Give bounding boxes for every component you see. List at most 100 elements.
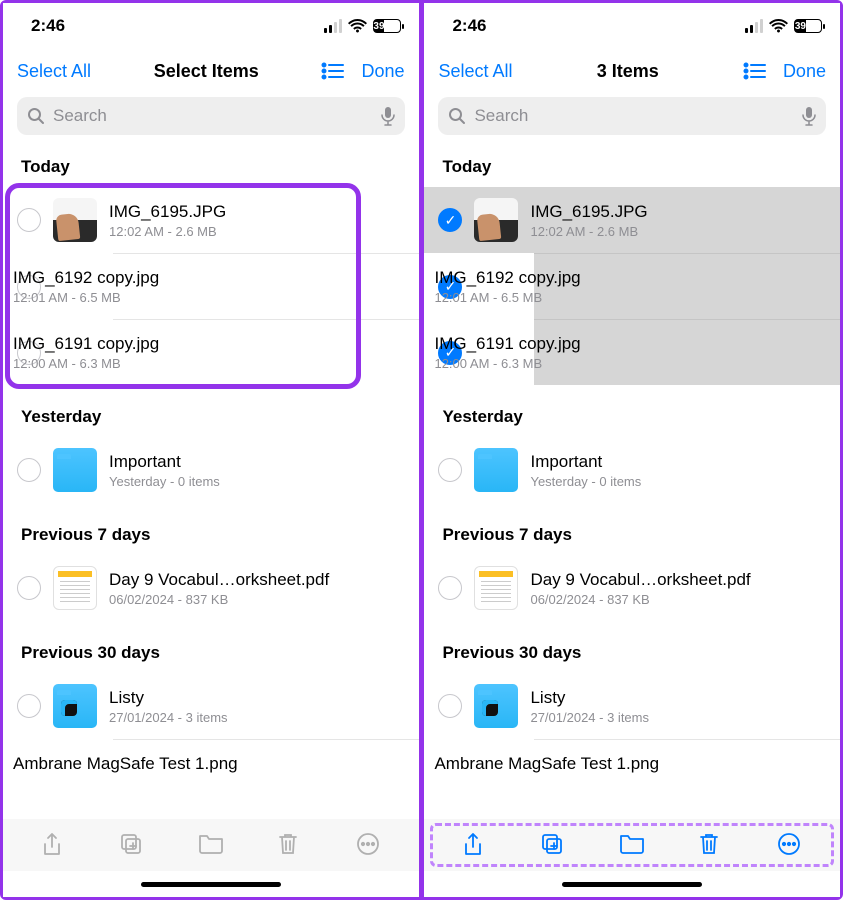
file-title: Listy (109, 688, 405, 708)
file-subtitle: 12:01 AM - 6.5 MB (13, 290, 405, 305)
selection-circle[interactable] (438, 694, 462, 718)
trash-icon[interactable] (277, 832, 303, 858)
file-title: IMG_6191 copy.jpg (13, 334, 405, 354)
file-title: Day 9 Vocabul…orksheet.pdf (109, 570, 405, 590)
search-icon (27, 107, 45, 125)
file-thumbnail (53, 198, 97, 242)
nav-title: Select Items (154, 61, 259, 82)
folder-thumbnail (53, 448, 97, 492)
file-subtitle: Yesterday - 0 items (530, 474, 826, 489)
status-bar: 2:46 39 (424, 3, 840, 49)
pdf-thumbnail (53, 566, 97, 610)
file-subtitle: Yesterday - 0 items (109, 474, 405, 489)
file-subtitle: 12:02 AM - 2.6 MB (109, 224, 405, 239)
cellular-signal-icon (324, 19, 342, 33)
bottom-toolbar (424, 819, 840, 871)
mic-icon[interactable] (802, 106, 816, 126)
select-all-button[interactable]: Select All (438, 61, 512, 82)
selection-circle[interactable] (17, 694, 41, 718)
search-icon (448, 107, 466, 125)
selection-checked-icon[interactable]: ✓ (438, 208, 462, 232)
list-view-icon[interactable] (743, 62, 767, 80)
file-subtitle: 06/02/2024 - 837 KB (530, 592, 826, 607)
file-row[interactable]: IMG_6195.JPG 12:02 AM - 2.6 MB (3, 187, 419, 253)
home-indicator (424, 871, 840, 897)
file-title: IMG_6191 copy.jpg (434, 334, 826, 354)
section-header-prev7: Previous 7 days (424, 503, 840, 555)
file-row[interactable]: ✓ IMG_6195.JPG 12:02 AM - 2.6 MB (424, 187, 840, 253)
file-row[interactable]: Day 9 Vocabul…orksheet.pdf06/02/2024 - 8… (3, 555, 419, 621)
folder-thumbnail (474, 448, 518, 492)
screen-after: 2:46 39 Select All 3 Items (424, 3, 840, 897)
done-button[interactable]: Done (361, 61, 404, 82)
file-row[interactable]: Listy 27/01/2024 - 3 items (3, 673, 419, 739)
wifi-icon (769, 19, 788, 33)
share-icon[interactable] (461, 832, 487, 858)
nav-bar: Select All 3 Items Done (424, 49, 840, 93)
section-header-today: Today (424, 135, 840, 187)
done-button[interactable]: Done (783, 61, 826, 82)
selection-circle[interactable] (17, 458, 41, 482)
selection-circle[interactable] (438, 458, 462, 482)
file-thumbnail (474, 198, 518, 242)
file-subtitle: 27/01/2024 - 3 items (530, 710, 826, 725)
file-subtitle: 27/01/2024 - 3 items (109, 710, 405, 725)
file-title: Important (109, 452, 405, 472)
section-header-yesterday: Yesterday (3, 385, 419, 437)
file-row[interactable]: Listy 27/01/2024 - 3 items (424, 673, 840, 739)
file-title: IMG_6195.JPG (530, 202, 826, 222)
section-header-today: Today (3, 135, 419, 187)
file-row[interactable]: ✓ IMG_6191 copy.jpg12:00 AM - 6.3 MB (534, 319, 840, 385)
file-subtitle: 12:00 AM - 6.3 MB (434, 356, 826, 371)
list-view-icon[interactable] (321, 62, 345, 80)
file-title: IMG_6195.JPG (109, 202, 405, 222)
file-subtitle: 12:02 AM - 2.6 MB (530, 224, 826, 239)
mic-icon[interactable] (381, 106, 395, 126)
file-title: Listy (530, 688, 826, 708)
status-time: 2:46 (452, 16, 486, 36)
duplicate-icon[interactable] (540, 832, 566, 858)
share-icon[interactable] (40, 832, 66, 858)
file-row[interactable]: Test 1 Ambrane MagSafe Test 1.png (113, 739, 419, 779)
file-row[interactable]: IMG_6192 copy.jpg12:01 AM - 6.5 MB (113, 253, 419, 319)
file-title: IMG_6192 copy.jpg (434, 268, 826, 288)
folder-icon[interactable] (198, 832, 224, 858)
search-placeholder: Search (53, 106, 373, 126)
more-icon[interactable] (777, 832, 803, 858)
select-all-button[interactable]: Select All (17, 61, 91, 82)
wifi-icon (348, 19, 367, 33)
file-subtitle: 12:01 AM - 6.5 MB (434, 290, 826, 305)
battery-icon: 39 (794, 19, 822, 33)
selection-circle[interactable] (17, 208, 41, 232)
nav-bar: Select All Select Items Done (3, 49, 419, 93)
file-row[interactable]: Important Yesterday - 0 items (3, 437, 419, 503)
screen-before: 2:46 39 Select All Select Items (3, 3, 419, 897)
selection-circle[interactable] (438, 576, 462, 600)
file-title: Important (530, 452, 826, 472)
duplicate-icon[interactable] (119, 832, 145, 858)
selection-circle[interactable] (17, 576, 41, 600)
battery-icon: 39 (373, 19, 401, 33)
cellular-signal-icon (745, 19, 763, 33)
file-row[interactable]: Test 1 Ambrane MagSafe Test 1.png (534, 739, 840, 779)
status-time: 2:46 (31, 16, 65, 36)
more-icon[interactable] (356, 832, 382, 858)
file-title: IMG_6192 copy.jpg (13, 268, 405, 288)
file-title: Ambrane MagSafe Test 1.png (434, 754, 826, 774)
folder-thumbnail (474, 684, 518, 728)
file-row[interactable]: ✓ IMG_6192 copy.jpg12:01 AM - 6.5 MB (534, 253, 840, 319)
folder-icon[interactable] (619, 832, 645, 858)
search-field[interactable]: Search (17, 97, 405, 135)
file-row[interactable]: IMG_6191 copy.jpg12:00 AM - 6.3 MB (113, 319, 419, 385)
folder-thumbnail (53, 684, 97, 728)
section-header-prev30: Previous 30 days (3, 621, 419, 673)
file-row[interactable]: Important Yesterday - 0 items (424, 437, 840, 503)
section-header-prev7: Previous 7 days (3, 503, 419, 555)
trash-icon[interactable] (698, 832, 724, 858)
section-header-prev30: Previous 30 days (424, 621, 840, 673)
bottom-toolbar (3, 819, 419, 871)
section-header-yesterday: Yesterday (424, 385, 840, 437)
search-field[interactable]: Search (438, 97, 826, 135)
status-bar: 2:46 39 (3, 3, 419, 49)
file-row[interactable]: Day 9 Vocabul…orksheet.pdf06/02/2024 - 8… (424, 555, 840, 621)
